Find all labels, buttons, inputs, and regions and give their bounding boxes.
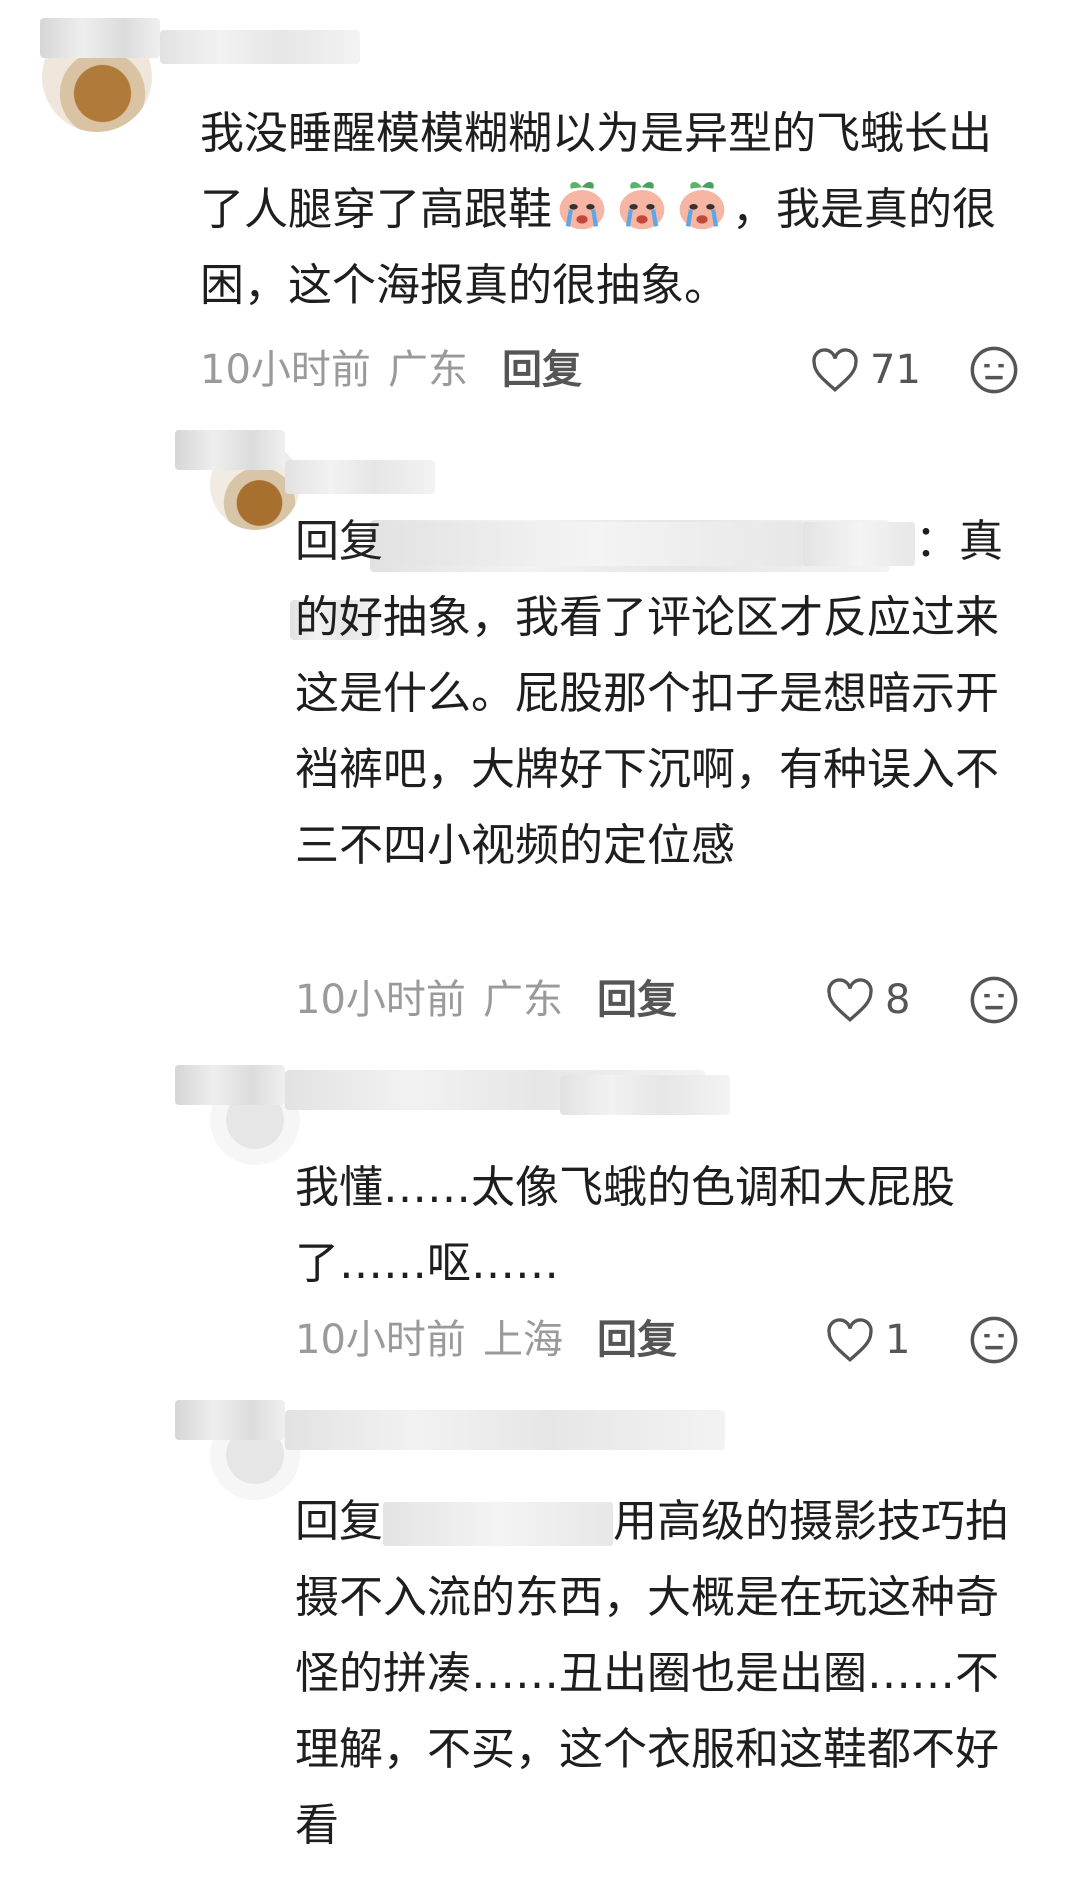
reply-button[interactable]: 回复 <box>597 970 677 1030</box>
blurred-username <box>285 460 435 494</box>
comment-meta: 10小时前 广东 回复 8 <box>295 970 1045 1030</box>
masked-username <box>803 522 915 566</box>
like-count: 71 <box>870 347 921 393</box>
heart-icon[interactable] <box>825 1316 875 1366</box>
crying-peach-emoji-icon <box>552 182 732 235</box>
masked-username <box>383 522 803 566</box>
blurred-username <box>175 1400 285 1440</box>
location: 广东 <box>483 977 563 1023</box>
blurred-username <box>285 1410 725 1450</box>
comment-text: 我懂……太像飞蛾的色调和大屁股了……呕…… <box>295 1162 955 1289</box>
dislike-face-icon[interactable] <box>968 974 1020 1026</box>
masked-username <box>383 1502 613 1546</box>
heart-icon[interactable] <box>810 346 860 396</box>
location: 广东 <box>388 347 468 393</box>
comment-text: 回复 用高级的摄影技巧拍摄不入流的东西，大概是在玩这种奇怪的拼凑……丑出圈也是出圈… <box>295 1484 1025 1864</box>
timestamp: 10小时前 <box>295 1317 466 1363</box>
comment-meta: 10小时前 广东 回复 71 <box>200 340 1040 400</box>
location: 上海 <box>483 1317 563 1363</box>
blurred-username <box>40 18 160 58</box>
blurred-username <box>175 1065 285 1105</box>
reply-button[interactable]: 回复 <box>502 340 582 400</box>
reply-text: ：真的好抽象，我看了评论区才反应过来这是什么。屁股那个扣子是想暗示开裆裤吧，大牌… <box>295 516 1003 871</box>
dislike-face-icon[interactable] <box>968 1314 1020 1366</box>
blurred-username <box>560 1075 730 1115</box>
timestamp: 10小时前 <box>200 347 371 393</box>
reply-button[interactable]: 回复 <box>597 1310 677 1370</box>
blurred-username <box>175 430 285 470</box>
reply-prefix: 回复 <box>295 516 383 567</box>
comment-text: 回复 ：真的好抽象，我看了评论区才反应过来这是什么。屁股那个扣子是想暗示开裆裤吧，… <box>295 504 1025 884</box>
reply-prefix: 回复 <box>295 1496 383 1547</box>
like-count: 8 <box>885 977 911 1023</box>
like-count: 1 <box>885 1317 911 1363</box>
blurred-username <box>160 30 360 64</box>
comment-meta: 10小时前 上海 回复 1 <box>295 1310 1045 1370</box>
reply-text: 用高级的摄影技巧拍摄不入流的东西，大概是在玩这种奇怪的拼凑……丑出圈也是出圈……… <box>295 1496 1009 1851</box>
dislike-face-icon[interactable] <box>968 344 1020 396</box>
comment-text: 我没睡醒模模糊糊以为是异型的飞蛾长出了人腿穿了高跟鞋 ，我是真的很困，这个海报真的… <box>200 96 1020 324</box>
heart-icon[interactable] <box>825 976 875 1026</box>
timestamp: 10小时前 <box>295 977 466 1023</box>
